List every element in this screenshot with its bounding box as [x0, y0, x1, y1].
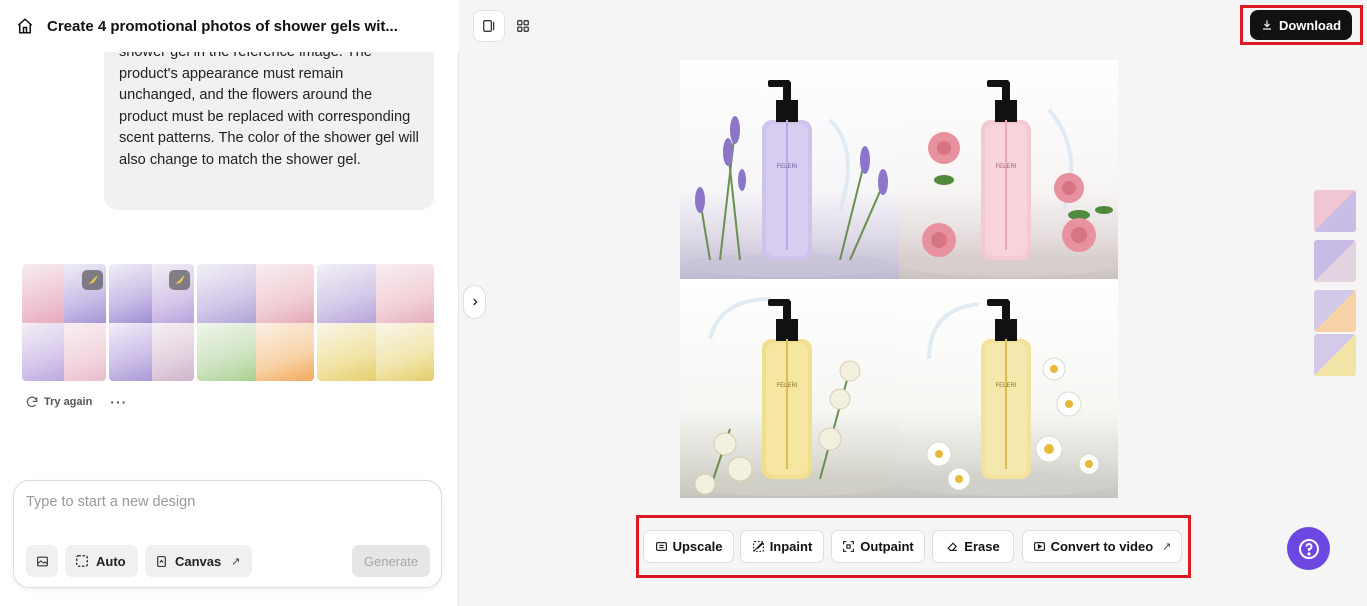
brand-label: FELERI [776, 383, 797, 389]
conversation-title: Create 4 promotional photos of shower ge… [47, 17, 398, 35]
outpaint-button[interactable]: Outpaint [831, 530, 925, 563]
canvas-label: Canvas [175, 553, 222, 569]
erase-button[interactable]: Erase [932, 530, 1014, 563]
inpaint-icon [752, 541, 764, 552]
convert-to-video-label: Convert to video [1050, 539, 1154, 554]
image-quadrant-freesia: FELERI [680, 279, 899, 498]
erase-label: Erase [964, 539, 1000, 554]
chat-header: Create 4 promotional photos of shower ge… [0, 0, 459, 52]
brand-label: FELERI [776, 164, 797, 170]
inpaint-label: Inpaint [769, 539, 813, 554]
outpaint-icon [843, 541, 855, 552]
convert-to-video-button[interactable]: Convert to video ↗ [1022, 530, 1182, 563]
upscale-label: Upscale [672, 539, 723, 554]
edited-badge [169, 270, 190, 290]
result-thumbnail[interactable] [197, 264, 314, 381]
generate-button[interactable]: Generate [352, 545, 430, 577]
home-icon[interactable] [16, 17, 34, 35]
single-view-button[interactable] [473, 10, 505, 42]
rose-bottle-illustration: FELERI [904, 80, 1114, 277]
lavender-bottle-illustration: FELERI [685, 80, 895, 277]
dashed-square-icon [76, 555, 88, 567]
single-view-icon [483, 20, 495, 32]
chat-message-text: shower gel in the reference image. The p… [119, 44, 419, 168]
result-thumbnail[interactable] [22, 264, 106, 381]
canvas-button[interactable]: Canvas ↗ [145, 545, 252, 577]
download-button[interactable]: Download [1250, 10, 1352, 40]
try-again-button[interactable]: Try again [44, 396, 92, 408]
chevron-right-icon [472, 298, 478, 306]
inpaint-button[interactable]: Inpaint [740, 530, 824, 563]
brand-label: FELERI [995, 164, 1016, 170]
image-quadrant-rose: FELERI [899, 60, 1118, 279]
download-label: Download [1278, 17, 1342, 33]
upscale-button[interactable]: Upscale [643, 530, 734, 563]
auto-mode-button[interactable]: Auto [65, 545, 138, 577]
expand-panel-button[interactable] [463, 285, 486, 319]
image-quadrant-daisy: FELERI [899, 279, 1118, 498]
external-link-icon: ↗ [231, 555, 241, 568]
main-generated-image[interactable]: FELERI FELERI FELERI FELERI [680, 60, 1118, 498]
edited-badge [82, 270, 103, 290]
grid-icon [517, 20, 529, 32]
history-thumbnail[interactable] [1314, 190, 1356, 232]
eraser-icon [947, 542, 958, 551]
more-options-button[interactable]: ··· [110, 394, 127, 410]
download-icon [1262, 20, 1271, 30]
result-thumbnail[interactable] [317, 264, 434, 381]
image-upload-button[interactable] [26, 545, 58, 577]
brush-icon [175, 275, 184, 284]
brand-label: FELERI [995, 383, 1016, 389]
canvas-icon [157, 555, 166, 567]
result-thumbnail[interactable] [109, 264, 194, 381]
freesia-bottle-illustration: FELERI [685, 297, 895, 496]
help-icon [1298, 538, 1319, 559]
help-button[interactable] [1287, 527, 1330, 570]
image-icon [36, 556, 48, 566]
auto-label: Auto [96, 553, 126, 569]
refresh-icon[interactable] [25, 395, 39, 409]
chat-message-bubble: shower gel in the reference image. The p… [104, 40, 434, 210]
external-link-icon: ↗ [1162, 541, 1172, 553]
chat-panel: shower gel in the reference image. The p… [0, 0, 459, 606]
result-thumbnails [22, 264, 434, 381]
result-actions: Try again ··· [25, 394, 127, 410]
history-thumbnails [1314, 190, 1356, 376]
history-thumbnail[interactable] [1314, 290, 1356, 332]
history-thumbnail[interactable] [1314, 334, 1356, 376]
video-icon [1033, 542, 1045, 551]
upscale-icon [655, 542, 667, 551]
daisy-bottle-illustration: FELERI [904, 299, 1114, 496]
prompt-composer: Auto Canvas ↗ Generate [13, 480, 442, 588]
outpaint-label: Outpaint [860, 539, 914, 554]
prompt-input[interactable] [26, 491, 426, 513]
canvas-area: Download FELERI FELERI FELERI FELERI Ups… [459, 0, 1367, 606]
brush-icon [88, 275, 97, 284]
image-quadrant-lavender: FELERI [680, 60, 899, 279]
grid-view-button[interactable] [507, 10, 539, 42]
history-thumbnail[interactable] [1314, 240, 1356, 282]
